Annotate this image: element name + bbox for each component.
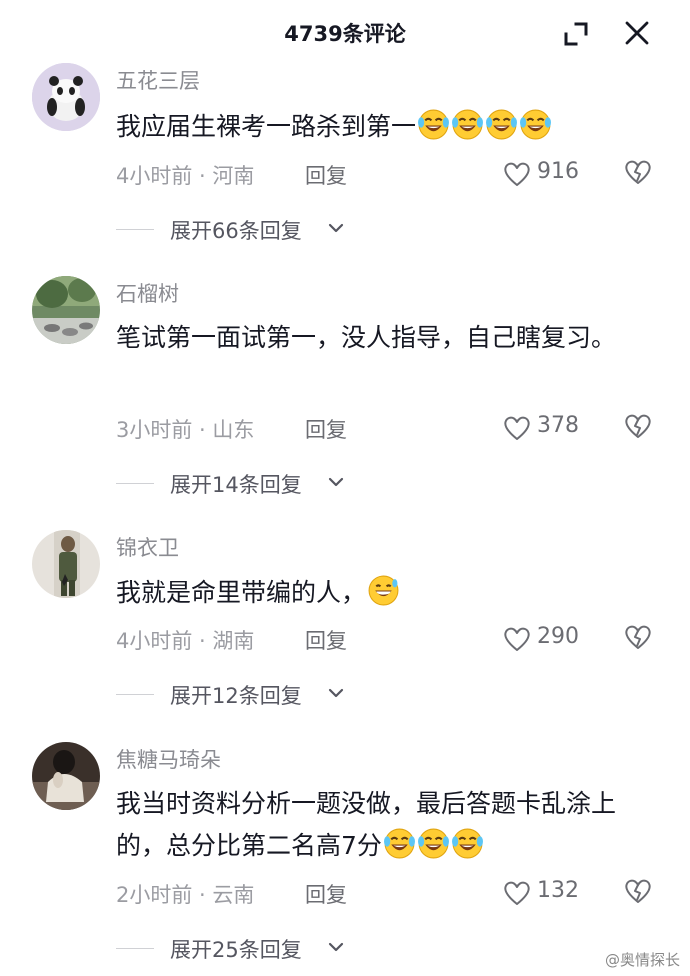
reply-button[interactable]: 回复 bbox=[305, 160, 347, 190]
laugh-cry-emoji bbox=[417, 827, 450, 860]
divider bbox=[116, 229, 154, 230]
chevron-down-icon bbox=[328, 942, 344, 952]
expand-replies-label: 展开12条回复 bbox=[170, 684, 302, 708]
chevron-down-icon bbox=[328, 477, 344, 487]
laugh-cry-emoji bbox=[417, 108, 450, 141]
chevron-down-icon bbox=[328, 688, 344, 698]
expand-replies-label: 展开14条回复 bbox=[170, 473, 302, 497]
reply-button[interactable]: 回复 bbox=[305, 414, 347, 444]
dislike-icon[interactable] bbox=[624, 412, 652, 440]
laugh-cry-emoji bbox=[451, 827, 484, 860]
chevron-down-icon bbox=[328, 223, 344, 233]
heart-icon bbox=[503, 880, 531, 906]
like-count: 290 bbox=[537, 624, 579, 649]
watermark: @奥情探长 bbox=[604, 949, 680, 970]
username[interactable]: 石榴树 bbox=[116, 278, 179, 308]
comments-header: 4739条评论 bbox=[0, 0, 690, 68]
divider bbox=[116, 948, 154, 949]
collapse-icon[interactable] bbox=[562, 20, 590, 48]
comment-meta: 4小时前 · 河南 bbox=[116, 164, 255, 188]
expand-replies-label: 展开25条回复 bbox=[170, 938, 302, 962]
heart-icon bbox=[503, 161, 531, 187]
comment-text: 我就是命里带编的人， bbox=[116, 572, 646, 614]
close-icon[interactable] bbox=[624, 20, 650, 46]
avatar[interactable] bbox=[32, 276, 100, 344]
heart-icon bbox=[503, 626, 531, 652]
avatar[interactable] bbox=[32, 63, 100, 131]
username[interactable]: 焦糖马琦朵 bbox=[116, 744, 221, 774]
divider bbox=[116, 483, 154, 484]
divider bbox=[116, 694, 154, 695]
dislike-icon[interactable] bbox=[624, 623, 652, 651]
username[interactable]: 锦衣卫 bbox=[116, 532, 179, 562]
like-count: 378 bbox=[537, 413, 579, 438]
comment-text: 我当时资料分析一题没做，最后答题卡乱涂上的，总分比第二名高7分 bbox=[116, 789, 617, 860]
laugh-cry-emoji bbox=[519, 108, 552, 141]
grin-sweat-emoji bbox=[367, 574, 400, 607]
like-count: 916 bbox=[537, 159, 579, 184]
comment-text: 我应届生裸考一路杀到第一 bbox=[116, 106, 646, 148]
comment-meta: 4小时前 · 湖南 bbox=[116, 629, 255, 653]
comment-meta: 2小时前 · 云南 bbox=[116, 883, 255, 907]
laugh-cry-emoji bbox=[383, 827, 416, 860]
comment-text: 笔试第一面试第一，没人指导，自己瞎复习。 bbox=[116, 323, 617, 352]
username[interactable]: 五花三层 bbox=[116, 65, 200, 95]
laugh-cry-emoji bbox=[451, 108, 484, 141]
dislike-icon[interactable] bbox=[624, 877, 652, 905]
expand-replies-label: 展开66条回复 bbox=[170, 219, 302, 243]
heart-icon bbox=[503, 415, 531, 441]
reply-button[interactable]: 回复 bbox=[305, 879, 347, 909]
comment-meta: 3小时前 · 山东 bbox=[116, 418, 255, 442]
avatar[interactable] bbox=[32, 742, 100, 810]
reply-button[interactable]: 回复 bbox=[305, 625, 347, 655]
laugh-cry-emoji bbox=[485, 108, 518, 141]
like-count: 132 bbox=[537, 878, 579, 903]
avatar[interactable] bbox=[32, 530, 100, 598]
dislike-icon[interactable] bbox=[624, 158, 652, 186]
